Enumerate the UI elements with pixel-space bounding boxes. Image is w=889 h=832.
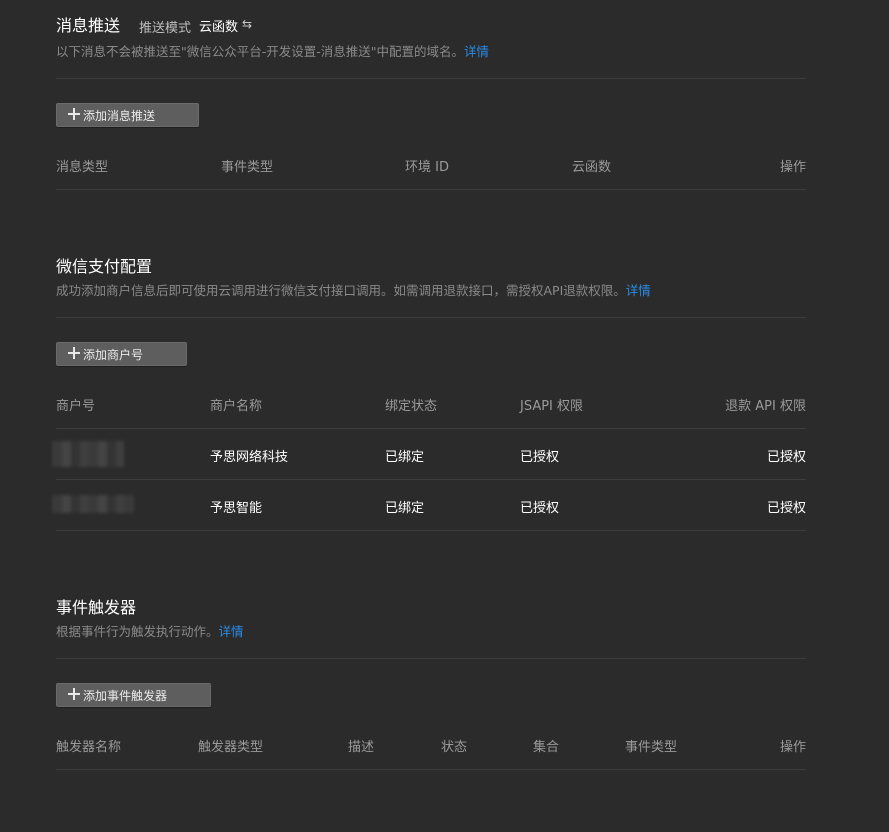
col-cloud-function: 云函数	[572, 160, 612, 175]
add-message-push-button[interactable]: 添加消息推送	[56, 103, 199, 127]
plus-icon	[68, 347, 80, 359]
pay-desc-text: 成功添加商户信息后即可使用云调用进行微信支付接口调用。如需调用退款接口，需授权A…	[56, 283, 626, 298]
col-event-type: 事件类型	[625, 740, 678, 755]
push-description: 以下消息不会被推送至"微信公众平台-开发设置-消息推送"中配置的域名。详情	[56, 41, 489, 60]
push-section-title: 消息推送	[56, 16, 121, 35]
col-bind-status: 绑定状态	[385, 399, 438, 414]
add-message-push-label: 添加消息推送	[83, 108, 156, 123]
redacted-merchant-id	[52, 441, 124, 467]
push-mode-value: 云函数	[199, 20, 239, 35]
plus-icon	[68, 688, 80, 700]
push-mode-label: 推送模式	[139, 21, 192, 36]
pay-section-title: 微信支付配置	[56, 257, 153, 276]
col-description: 描述	[348, 740, 375, 755]
divider	[56, 78, 806, 79]
col-merchant-name: 商户名称	[210, 399, 263, 414]
push-detail-link[interactable]: 详情	[464, 44, 489, 59]
push-mode-switch[interactable]: 云函数	[199, 16, 254, 35]
plus-icon	[68, 108, 80, 120]
col-operation: 操作	[779, 740, 806, 755]
col-trigger-name: 触发器名称	[56, 740, 122, 755]
trigger-description: 根据事件行为触发执行动作。详情	[56, 621, 244, 640]
trigger-detail-link[interactable]: 详情	[219, 624, 244, 639]
pay-description: 成功添加商户信息后即可使用云调用进行微信支付接口调用。如需调用退款接口，需授权A…	[56, 280, 651, 299]
refund-status: 已授权	[766, 501, 806, 516]
col-merchant-id: 商户号	[56, 399, 96, 414]
col-env-id: 环境 ID	[405, 160, 449, 175]
trigger-desc-text: 根据事件行为触发执行动作。	[56, 624, 219, 639]
push-desc-text: 以下消息不会被推送至"微信公众平台-开发设置-消息推送"中配置的域名。	[56, 44, 465, 59]
col-operation: 操作	[779, 160, 806, 175]
add-event-trigger-label: 添加事件触发器	[83, 688, 168, 703]
divider	[56, 530, 806, 531]
jsapi-status: 已授权	[520, 501, 560, 516]
col-trigger-type: 触发器类型	[198, 740, 264, 755]
bind-status: 已绑定	[385, 501, 425, 516]
pay-detail-link[interactable]: 详情	[626, 283, 651, 298]
merchant-name: 予思网络科技	[210, 450, 289, 465]
divider	[56, 479, 806, 480]
add-merchant-button[interactable]: 添加商户号	[56, 342, 187, 366]
divider	[56, 658, 806, 659]
add-event-trigger-button[interactable]: 添加事件触发器	[56, 683, 211, 707]
divider	[56, 189, 806, 190]
bind-status: 已绑定	[385, 450, 425, 465]
jsapi-status: 已授权	[520, 450, 560, 465]
switch-arrows-icon	[242, 17, 254, 32]
refund-status: 已授权	[766, 450, 806, 465]
redacted-merchant-id	[52, 495, 134, 513]
divider	[56, 769, 806, 770]
col-jsapi-permission: JSAPI 权限	[520, 399, 584, 414]
merchant-name: 予思智能	[210, 501, 263, 516]
col-message-type: 消息类型	[56, 160, 109, 175]
col-collection: 集合	[533, 740, 560, 755]
divider	[56, 428, 806, 429]
add-merchant-label: 添加商户号	[83, 347, 144, 362]
divider	[56, 317, 806, 318]
col-event-type: 事件类型	[221, 160, 274, 175]
trigger-section-title: 事件触发器	[56, 598, 137, 617]
col-status: 状态	[441, 740, 468, 755]
col-refund-api-permission: 退款 API 权限	[725, 399, 806, 414]
